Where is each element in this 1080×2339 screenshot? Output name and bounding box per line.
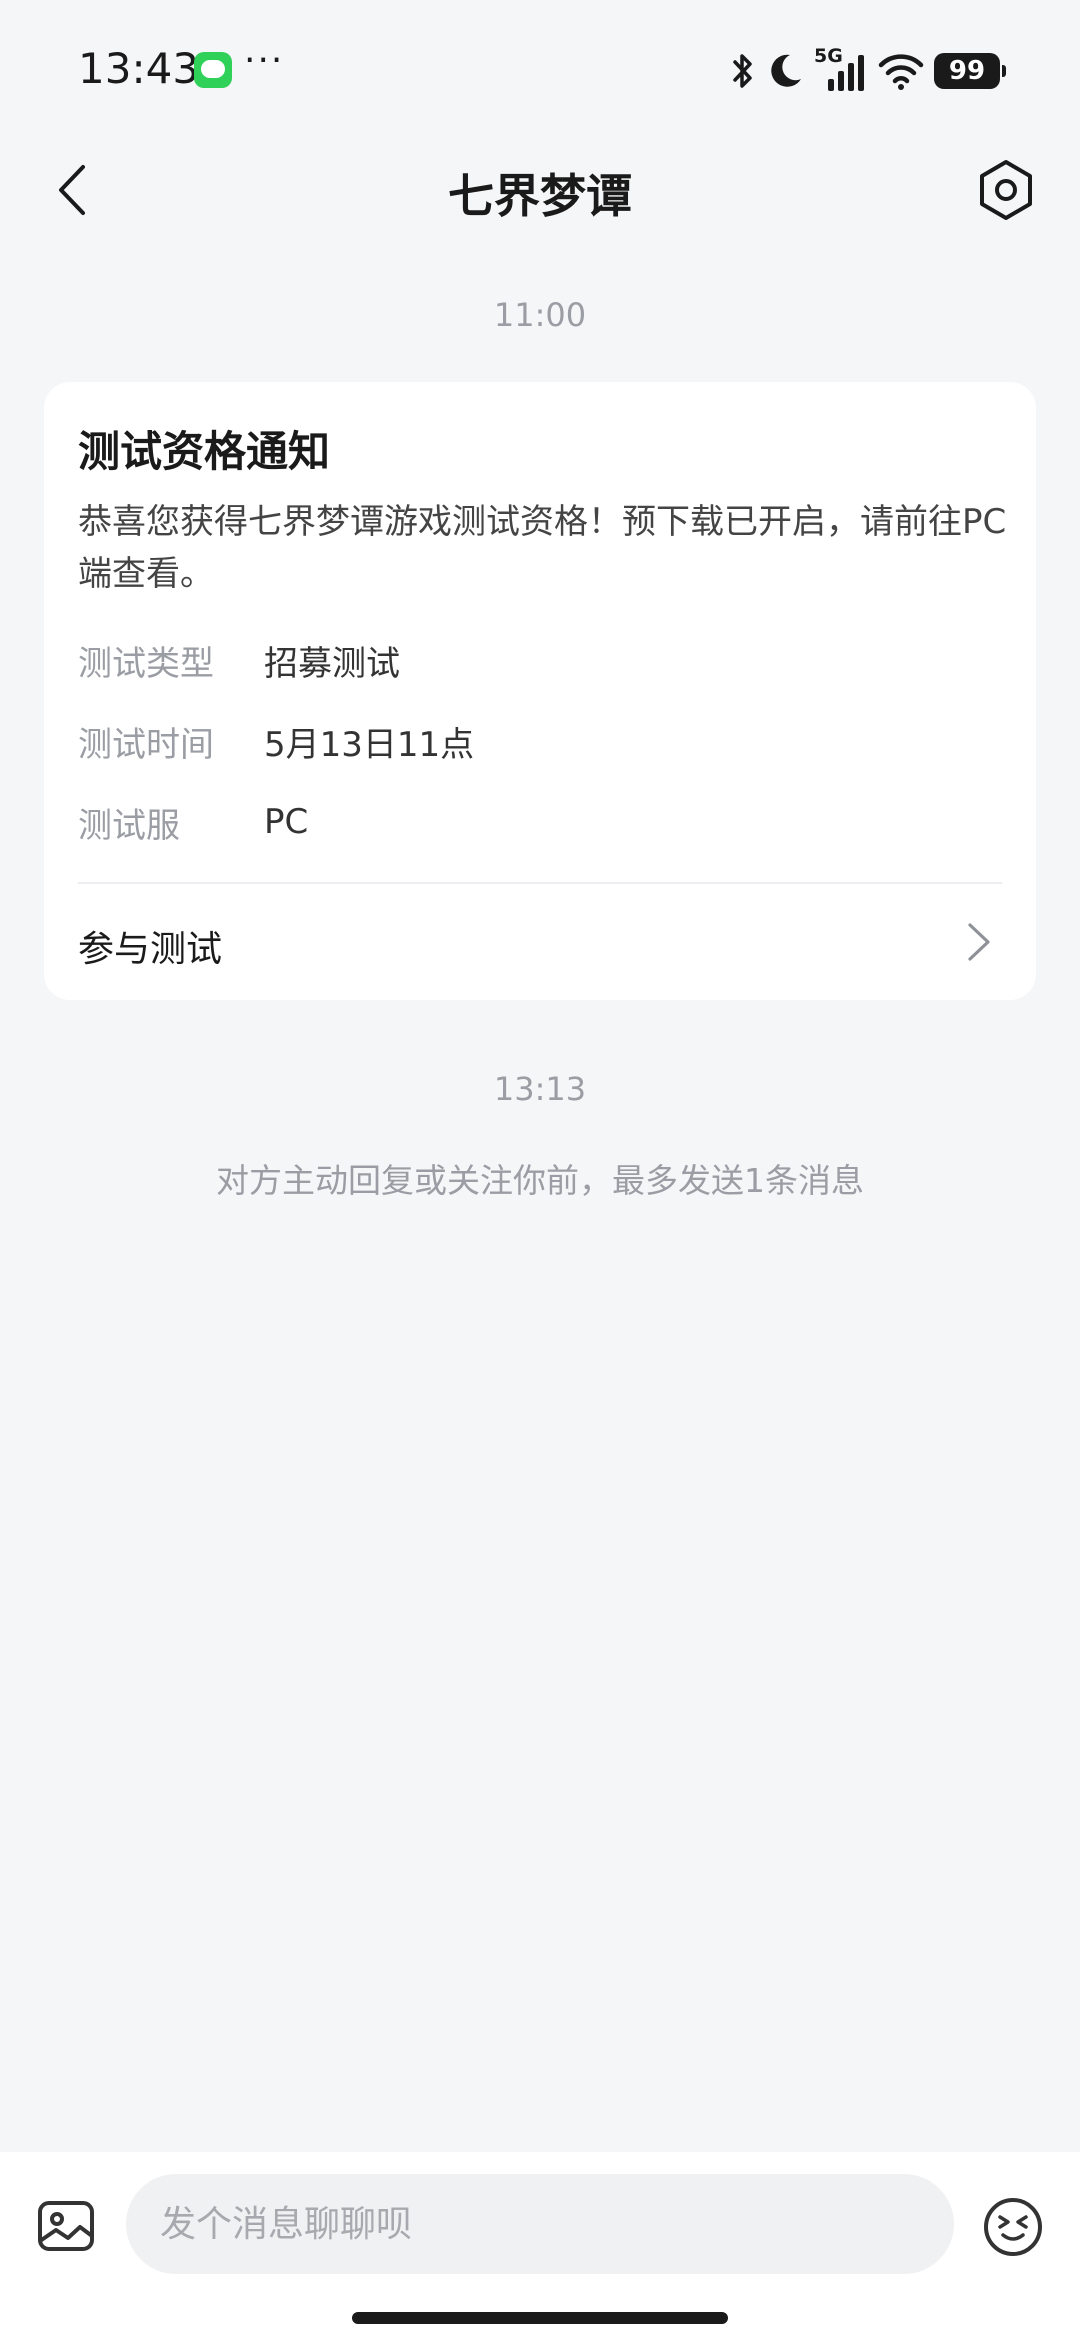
info-value: PC <box>264 802 309 842</box>
test-qualification-card: 测试资格通知 恭喜您获得七界梦谭游戏测试资格！预下载已开启，请前往PC端查看。 … <box>44 382 1036 1000</box>
wifi-icon <box>878 54 924 90</box>
message-input[interactable] <box>160 2203 954 2245</box>
message-input-container <box>126 2174 954 2274</box>
info-label: 测试类型 <box>78 643 214 684</box>
message-limit-notice: 对方主动回复或关注你前，最多发送1条消息 <box>216 1161 864 1200</box>
emoji-icon <box>984 2198 1042 2256</box>
message-input-bar <box>0 2152 1080 2339</box>
cellular-signal: 5G <box>814 45 868 93</box>
home-indicator <box>352 2312 728 2324</box>
page-title: 七界梦谭 <box>448 169 632 223</box>
info-row-test-server: 测试服 PC <box>78 798 308 846</box>
status-icons: 5G 99 <box>728 45 1006 96</box>
emoji-button[interactable] <box>982 2196 1044 2258</box>
join-test-label: 参与测试 <box>78 929 223 970</box>
info-label: 测试服 <box>78 805 180 846</box>
message-timestamp: 13:13 <box>493 1070 587 1108</box>
message-timestamp: 11:00 <box>493 296 587 334</box>
send-image-button[interactable] <box>34 2194 98 2258</box>
info-row-test-time: 测试时间 5月13日11点 <box>78 717 474 765</box>
card-description: 恭喜您获得七界梦谭游戏测试资格！预下载已开启，请前往PC端查看。 <box>78 502 1007 594</box>
card-title: 测试资格通知 <box>78 427 331 476</box>
messages-app-icon <box>194 52 232 88</box>
moon-icon <box>771 54 801 87</box>
info-value: 5月13日11点 <box>264 724 475 765</box>
info-value: 招募测试 <box>264 643 400 684</box>
chat-header: 七界梦谭 <box>0 140 1080 240</box>
settings-button[interactable] <box>968 152 1044 228</box>
info-label: 测试时间 <box>78 724 214 765</box>
bluetooth-icon <box>733 54 752 88</box>
gear-icon <box>980 160 1032 220</box>
info-row-test-type: 测试类型 招募测试 <box>78 636 400 684</box>
battery-indicator: 99 <box>934 53 1006 89</box>
join-test-button[interactable]: 参与测试 <box>44 884 1036 1000</box>
more-notifications-icon: ··· <box>244 40 285 81</box>
status-time: 13:43 <box>78 44 200 93</box>
status-bar: 13:43 ··· 5G 99 <box>0 0 1080 140</box>
chevron-right-icon <box>968 923 990 961</box>
image-icon <box>38 2201 94 2251</box>
signal-icon <box>828 55 864 91</box>
